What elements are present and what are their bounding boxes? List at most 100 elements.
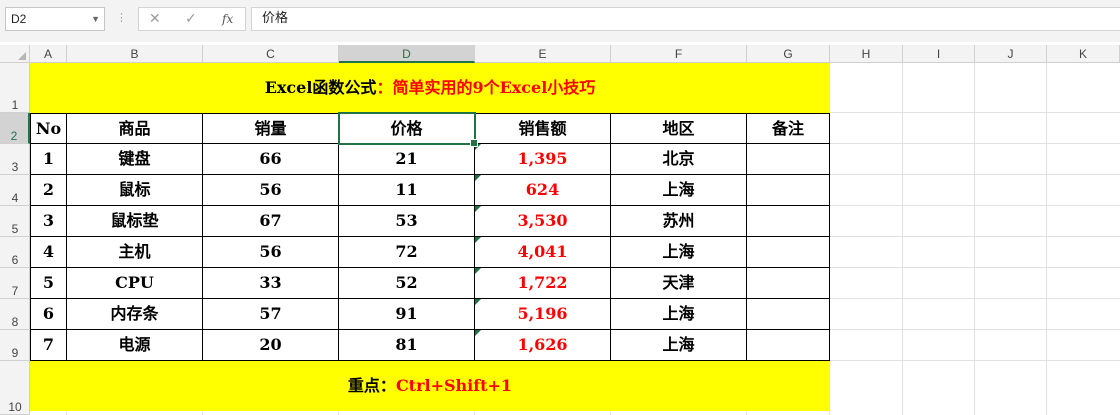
table-cell[interactable]: 5,196 <box>475 299 611 330</box>
table-cell[interactable]: 6 <box>30 299 67 330</box>
table-cell[interactable] <box>747 299 830 330</box>
table-cell[interactable]: 56 <box>203 237 339 268</box>
header-cell-price[interactable]: 价格 <box>339 113 475 144</box>
table-cell[interactable]: 鼠标垫 <box>67 206 203 237</box>
column-header-g[interactable]: G <box>747 45 830 63</box>
row-header-4[interactable]: 4 <box>0 175 30 206</box>
table-cell[interactable]: 上海 <box>611 299 747 330</box>
table-cell[interactable]: 33 <box>203 268 339 299</box>
column-header-d[interactable]: D <box>339 45 475 63</box>
column-header-c[interactable]: C <box>203 45 339 63</box>
table-cell[interactable]: 上海 <box>611 330 747 361</box>
table-cell[interactable]: 5 <box>30 268 67 299</box>
column-header-h[interactable]: H <box>830 45 903 63</box>
title-banner[interactable]: Excel函数公式：简单实用的9个Excel小技巧 <box>30 63 830 113</box>
column-header-i[interactable]: I <box>903 45 975 63</box>
row-header-9[interactable]: 9 <box>0 330 30 361</box>
table-cell[interactable]: 2 <box>30 175 67 206</box>
table-cell[interactable] <box>747 144 830 175</box>
table-cell[interactable]: 天津 <box>611 268 747 299</box>
column-header-e[interactable]: E <box>475 45 611 63</box>
table-cell[interactable]: 上海 <box>611 237 747 268</box>
check-icon[interactable]: ✓ <box>185 11 197 27</box>
row-header-8[interactable]: 8 <box>0 299 30 330</box>
gridline <box>1046 63 1047 415</box>
table-cell[interactable] <box>747 237 830 268</box>
row-header-6[interactable]: 6 <box>0 237 30 268</box>
row-header-2[interactable]: 2 <box>0 113 30 144</box>
name-box-value: D2 <box>11 12 27 26</box>
table-cell[interactable]: 北京 <box>611 144 747 175</box>
table-cell[interactable] <box>747 175 830 206</box>
table-cell[interactable]: 上海 <box>611 175 747 206</box>
table-cell[interactable]: CPU <box>67 268 203 299</box>
table-cell[interactable] <box>747 206 830 237</box>
formula-input[interactable]: 价格 <box>251 7 1120 31</box>
formula-bar: D2 ▼ ⋮ ✕ ✓ fx 价格 <box>0 0 1120 42</box>
header-cell-note[interactable]: 备注 <box>747 113 830 144</box>
table-cell[interactable]: 1,626 <box>475 330 611 361</box>
cancel-icon[interactable]: ✕ <box>149 11 161 27</box>
table-cell[interactable]: 56 <box>203 175 339 206</box>
column-header-a[interactable]: A <box>30 45 67 63</box>
column-header-k[interactable]: K <box>1047 45 1120 63</box>
table-cell[interactable]: 53 <box>339 206 475 237</box>
header-cell-product[interactable]: 商品 <box>67 113 203 144</box>
table-cell[interactable]: 624 <box>475 175 611 206</box>
column-header-b[interactable]: B <box>67 45 203 63</box>
table-cell[interactable]: 91 <box>339 299 475 330</box>
row-header-10[interactable]: 10 <box>0 361 30 415</box>
name-box[interactable]: D2 ▼ <box>5 7 105 31</box>
table-cell[interactable]: 苏州 <box>611 206 747 237</box>
error-indicator-icon <box>475 144 481 150</box>
table-cell[interactable]: 1,395 <box>475 144 611 175</box>
table-cell[interactable]: 57 <box>203 299 339 330</box>
row-header-3[interactable]: 3 <box>0 144 30 175</box>
table-cell[interactable]: 4 <box>30 237 67 268</box>
function-icon[interactable]: fx <box>222 12 233 26</box>
row-header-7[interactable]: 7 <box>0 268 30 299</box>
table-cell[interactable]: 72 <box>339 237 475 268</box>
table-cell[interactable]: 键盘 <box>67 144 203 175</box>
table-cell[interactable]: 3,530 <box>475 206 611 237</box>
row-header-1[interactable]: 1 <box>0 63 30 113</box>
error-indicator-icon <box>475 206 481 212</box>
row-header-5[interactable]: 5 <box>0 206 30 237</box>
chevron-down-icon[interactable]: ▼ <box>91 8 100 30</box>
header-cell-quantity[interactable]: 销量 <box>203 113 339 144</box>
column-header-j[interactable]: J <box>975 45 1047 63</box>
table-cell[interactable]: 电源 <box>67 330 203 361</box>
table-cell[interactable]: 52 <box>339 268 475 299</box>
more-icon[interactable]: ⋮ <box>116 11 127 24</box>
table-cell[interactable]: 3 <box>30 206 67 237</box>
header-cell-sales[interactable]: 销售额 <box>475 113 611 144</box>
table-cell[interactable] <box>747 268 830 299</box>
table-cell[interactable] <box>747 330 830 361</box>
table-cell[interactable]: 1 <box>30 144 67 175</box>
table-cell[interactable]: 1,722 <box>475 268 611 299</box>
table-cell[interactable]: 鼠标 <box>67 175 203 206</box>
column-header-f[interactable]: F <box>611 45 747 63</box>
error-indicator-icon <box>475 299 481 305</box>
footer-label: 重点： <box>347 376 396 395</box>
footer-banner[interactable]: 重点：Ctrl+Shift+1 <box>30 361 830 411</box>
formula-buttons: ✕ ✓ fx <box>138 7 246 31</box>
table-cell[interactable]: 67 <box>203 206 339 237</box>
table-cell[interactable]: 主机 <box>67 237 203 268</box>
table-cell[interactable]: 66 <box>203 144 339 175</box>
header-cell-no[interactable]: No <box>30 113 67 144</box>
header-cell-region[interactable]: 地区 <box>611 113 747 144</box>
table-cell[interactable]: 81 <box>339 330 475 361</box>
table-cell[interactable]: 7 <box>30 330 67 361</box>
table-cell[interactable]: 11 <box>339 175 475 206</box>
table-cell[interactable]: 20 <box>203 330 339 361</box>
worksheet-grid[interactable]: Excel函数公式：简单实用的9个Excel小技巧 No 商品 销量 价格 销售… <box>30 63 1120 415</box>
table-cell[interactable]: 内存条 <box>67 299 203 330</box>
error-indicator-icon <box>475 330 481 336</box>
table-cell[interactable]: 21 <box>339 144 475 175</box>
select-all-button[interactable] <box>0 45 30 63</box>
gridline <box>902 63 903 415</box>
table-cell[interactable]: 4,041 <box>475 237 611 268</box>
error-indicator-icon <box>475 175 481 181</box>
title-text: Excel函数公式 <box>264 78 377 97</box>
